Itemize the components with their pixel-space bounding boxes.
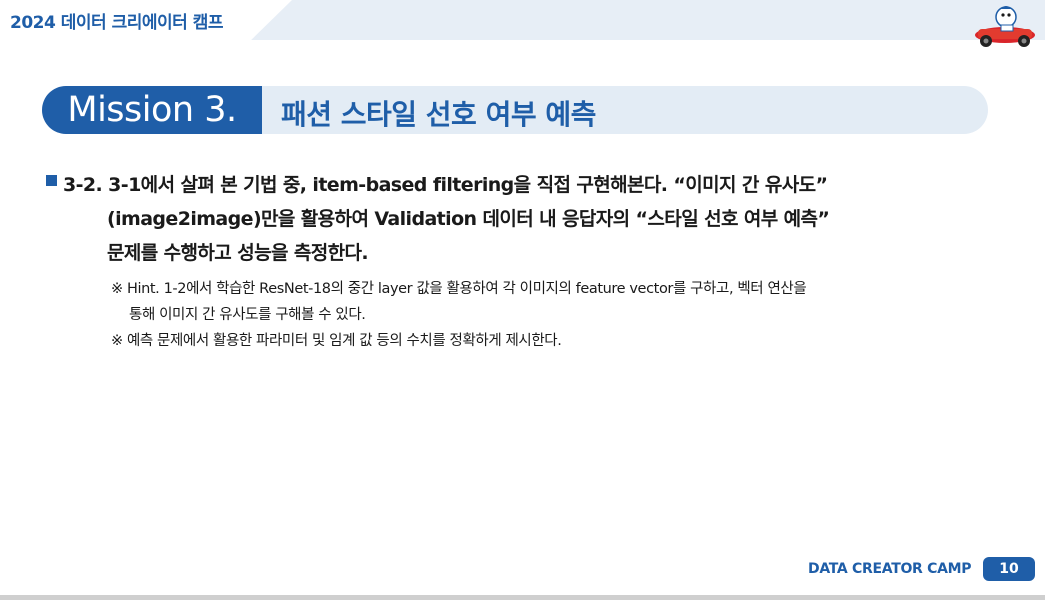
task-line: 3-2. 3-1에서 살펴 본 기법 중, item-based filteri… xyxy=(63,174,828,196)
race-car-mascot-icon xyxy=(975,6,1035,47)
task-line: (image2image)만을 활용하여 Validation 데이터 내 응답… xyxy=(107,208,830,230)
task-item: 3-2. 3-1에서 살펴 본 기법 중, item-based filteri… xyxy=(46,168,976,270)
task-line: 문제를 수행하고 성능을 측정한다. xyxy=(107,242,369,264)
task-text: 3-2. 3-1에서 살펴 본 기법 중, item-based filteri… xyxy=(63,168,976,270)
footer-brand: DATA CREATOR CAMP xyxy=(808,561,972,577)
hint-list: ※ Hint. 1-2에서 학습한 ResNet-18의 중간 layer 값을… xyxy=(111,276,971,354)
bottom-rule xyxy=(0,595,1045,600)
mission-label: Mission 3. xyxy=(67,90,237,130)
mission-badge: Mission 3. xyxy=(42,86,262,134)
header-title: 2024 데이터 크리에이터 캠프 xyxy=(10,13,223,33)
hint-line: ※ Hint. 1-2에서 학습한 ResNet-18의 중간 layer 값을… xyxy=(111,281,807,297)
hint-line: 통해 이미지 간 유사도를 구해볼 수 있다. xyxy=(129,307,366,323)
page-number: 10 xyxy=(999,561,1019,577)
bullet-square-icon xyxy=(46,175,57,186)
hint-line: ※ 예측 문제에서 활용한 파라미터 및 임계 값 등의 수치를 정확하게 제시… xyxy=(111,333,562,349)
mission-heading: 패션 스타일 선호 여부 예측 xyxy=(281,98,596,131)
page-number-badge: 10 xyxy=(983,557,1035,581)
